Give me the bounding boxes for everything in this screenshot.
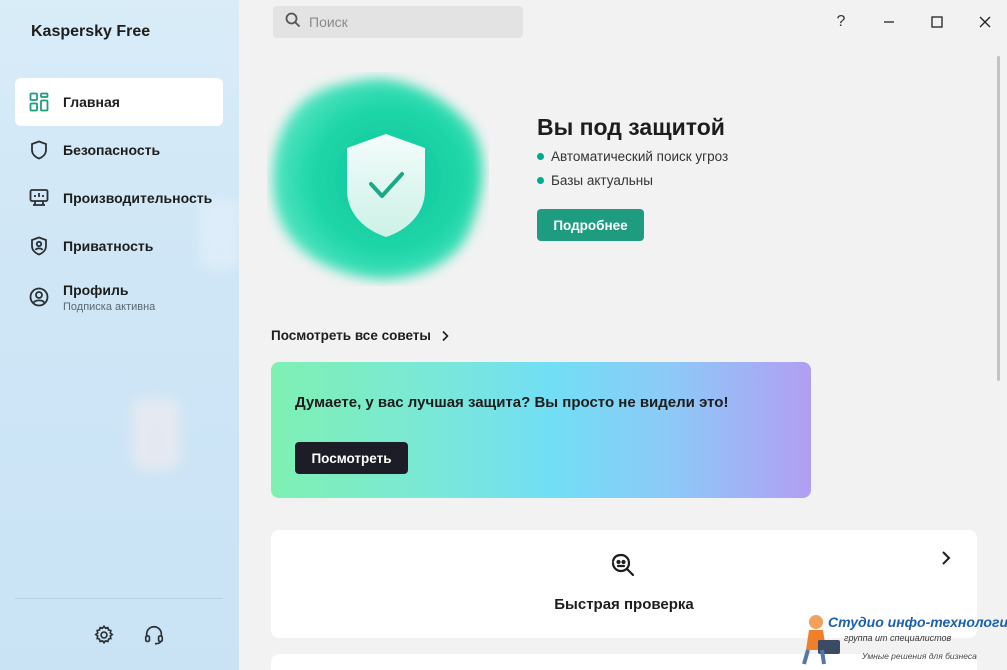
sidebar-nav: Главная Безопасность Производительность xyxy=(15,78,223,324)
sidebar-item-label: Главная xyxy=(63,94,120,110)
search-input[interactable] xyxy=(309,14,509,30)
sidebar-item-label: Безопасность xyxy=(63,142,161,158)
sidebar-item-label: Приватность xyxy=(63,238,154,254)
sidebar-item-label: Профиль xyxy=(63,281,129,298)
gear-icon[interactable] xyxy=(93,624,115,646)
watermark-logo: Студио инфо-технологии группа ит специал… xyxy=(796,610,1007,668)
details-button[interactable]: Подробнее xyxy=(537,209,644,241)
promo-watch-button[interactable]: Посмотреть xyxy=(295,442,408,474)
help-button[interactable]: ? xyxy=(827,8,855,36)
profile-text: Профиль Подписка активна xyxy=(63,282,155,313)
user-icon xyxy=(29,287,49,307)
status-item-text: Автоматический поиск угроз xyxy=(551,149,729,164)
sidebar: Kaspersky Free Главная Безопасность Прои… xyxy=(0,0,239,670)
all-tips-link[interactable]: Посмотреть все советы xyxy=(271,328,449,343)
promo-text: Думаете, у вас лучшая защита? Вы просто … xyxy=(295,394,729,411)
maximize-icon[interactable] xyxy=(923,8,951,36)
status-item: Автоматический поиск угроз xyxy=(537,149,728,164)
dashboard-icon xyxy=(29,92,49,112)
sidebar-item-profile[interactable]: Профиль Подписка активна xyxy=(15,270,223,324)
protection-status-title: Вы под защитой xyxy=(537,114,725,140)
sidebar-item-security[interactable]: Безопасность xyxy=(15,126,223,174)
subscription-status: Подписка активна xyxy=(63,300,156,313)
headset-icon[interactable] xyxy=(143,624,165,646)
chevron-right-icon xyxy=(941,550,951,571)
shield-icon xyxy=(29,140,49,160)
status-dot-icon xyxy=(537,177,544,184)
sidebar-item-label: Производительность xyxy=(63,190,213,206)
all-tips-label: Посмотреть все советы xyxy=(271,328,431,343)
app-title: Kaspersky Free xyxy=(31,23,151,40)
scan-magnifier-icon xyxy=(609,552,637,580)
close-icon[interactable] xyxy=(971,8,999,36)
sidebar-item-home[interactable]: Главная xyxy=(15,78,223,126)
chevron-right-icon xyxy=(441,330,449,342)
promo-banner: Думаете, у вас лучшая защита? Вы просто … xyxy=(271,362,811,498)
sidebar-item-performance[interactable]: Производительность xyxy=(15,174,223,222)
main-content: ? Вы xyxy=(239,0,1007,670)
background-blur xyxy=(132,398,180,470)
scrollbar[interactable] xyxy=(997,56,1000,381)
sidebar-divider xyxy=(15,598,223,599)
performance-icon xyxy=(29,188,49,208)
protection-status-graphic xyxy=(267,72,489,286)
watermark-subtitle: группа ит специалистов xyxy=(844,633,952,643)
privacy-icon xyxy=(29,236,49,256)
status-item: Базы актуальны xyxy=(537,173,653,188)
watermark-tagline: Умные решения для бизнеса xyxy=(862,651,977,661)
search-icon xyxy=(285,12,301,33)
sidebar-item-privacy[interactable]: Приватность xyxy=(15,222,223,270)
status-item-text: Базы актуальны xyxy=(551,173,653,188)
search-box[interactable] xyxy=(273,6,523,38)
minimize-icon[interactable] xyxy=(875,8,903,36)
watermark-title: Студио инфо-технологии xyxy=(828,614,1007,630)
status-dot-icon xyxy=(537,153,544,160)
